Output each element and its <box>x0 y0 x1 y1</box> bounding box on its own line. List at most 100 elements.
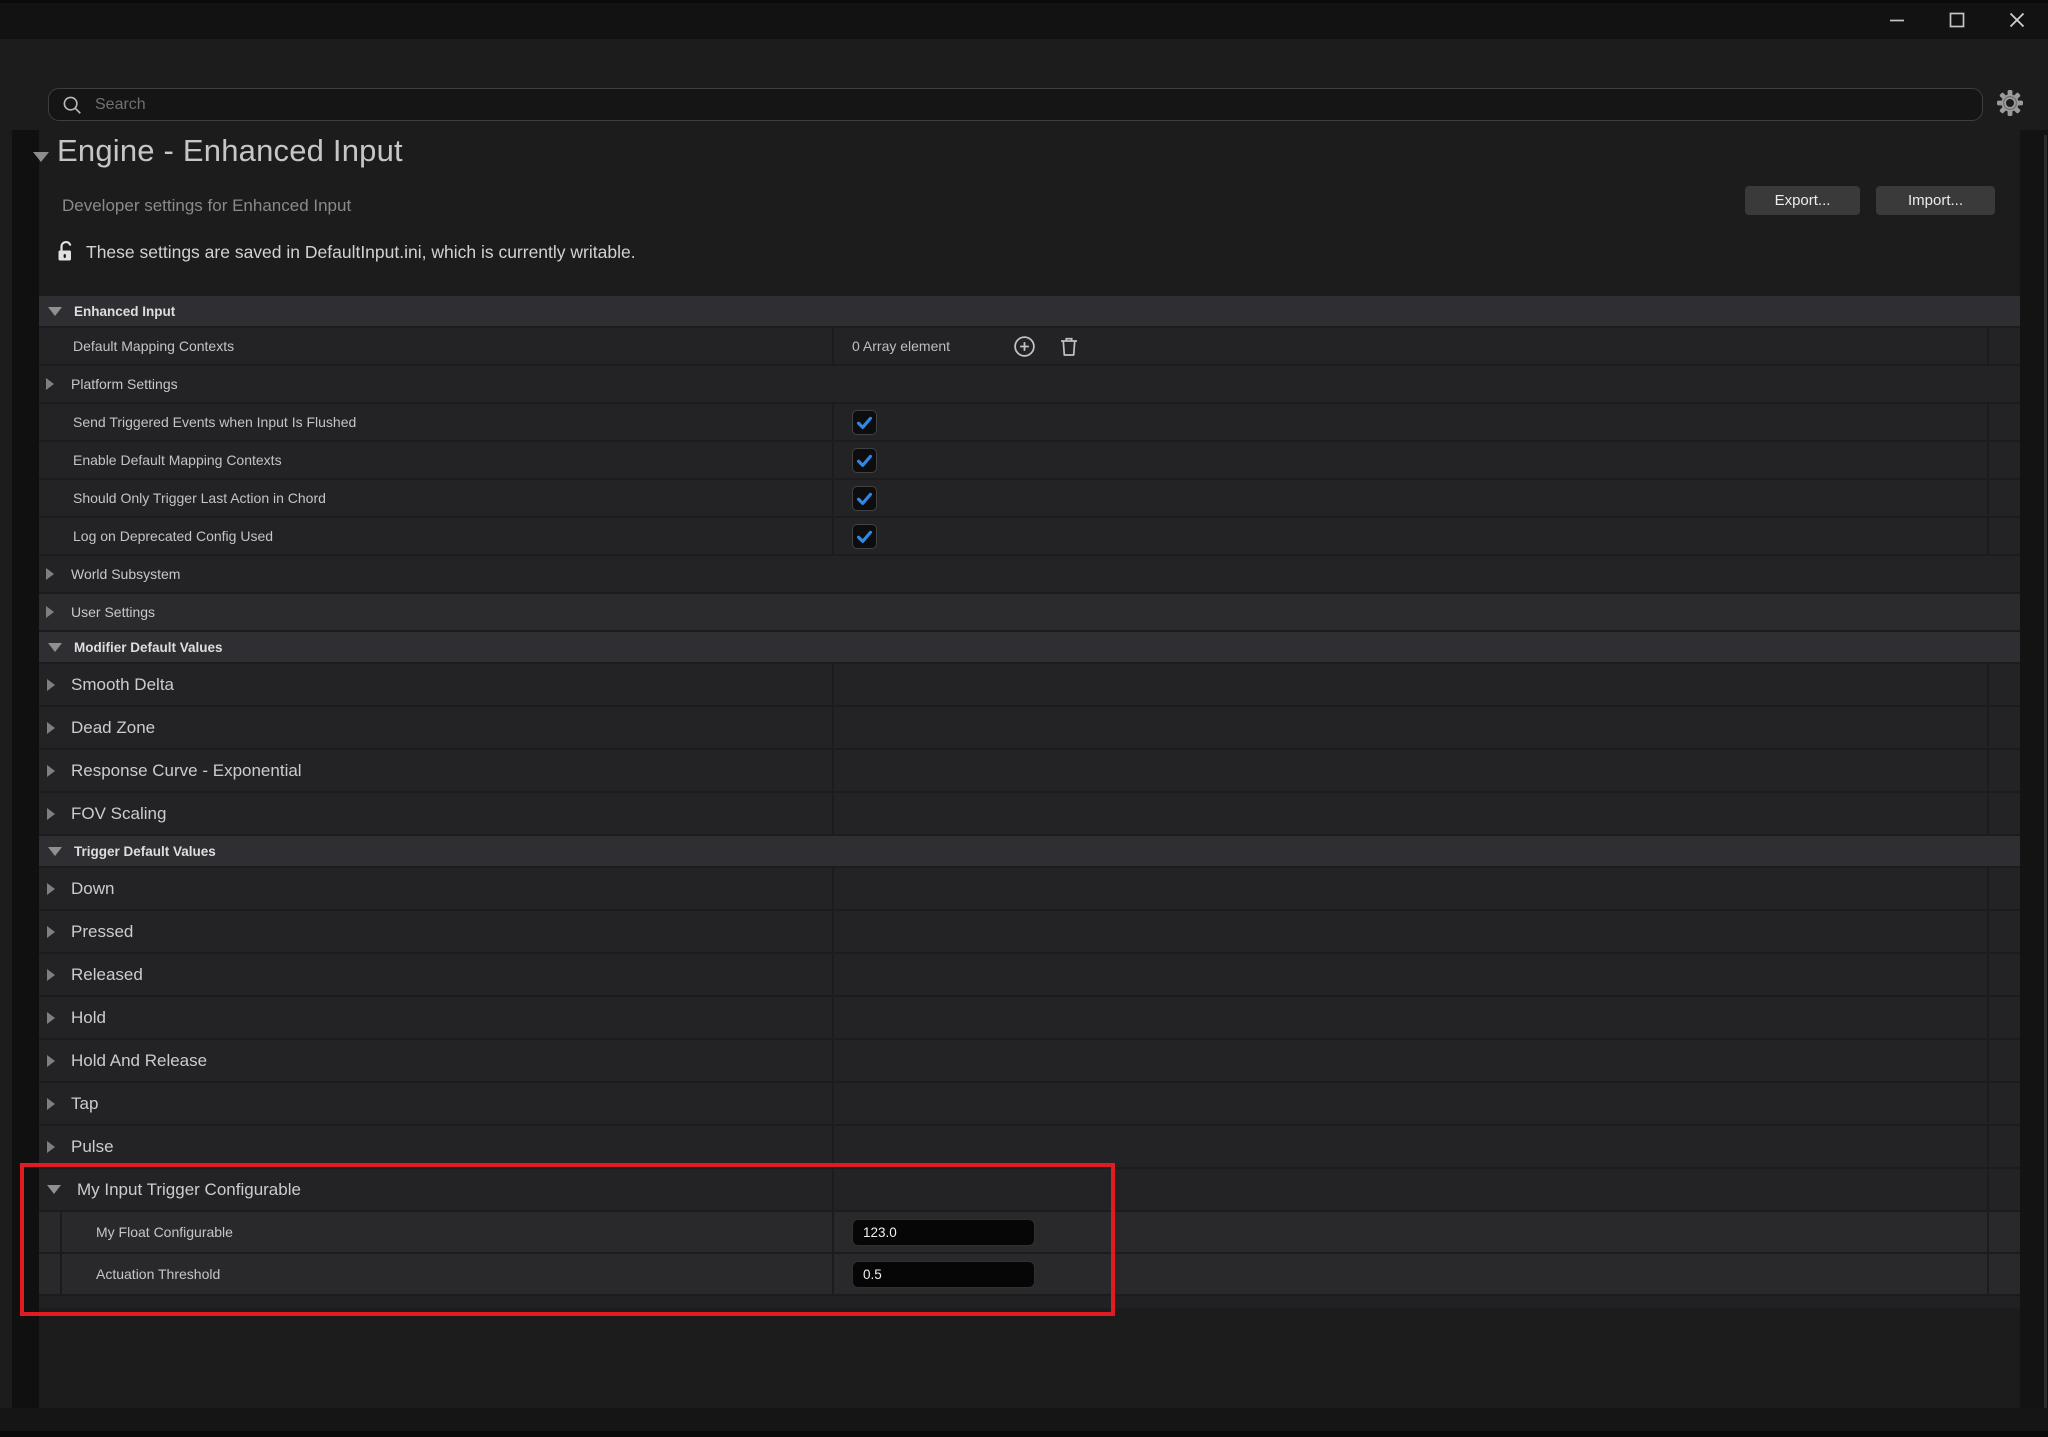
window-controls <box>1880 3 2034 36</box>
row-down[interactable]: Down <box>39 868 2020 909</box>
expand-arrow-icon <box>46 568 54 580</box>
maximize-button[interactable] <box>1940 6 1974 34</box>
section-header-modifier-default-values[interactable]: Modifier Default Values <box>39 632 2020 662</box>
row-user-settings[interactable]: User Settings <box>39 594 2020 630</box>
end-cell <box>1989 404 2020 440</box>
scrollbar[interactable] <box>2044 135 2047 1408</box>
end-cell <box>1989 750 2020 791</box>
section-label: World Subsystem <box>71 566 180 582</box>
row-my-input-trigger-configurable[interactable]: My Input Trigger Configurable <box>39 1169 2020 1210</box>
end-cell <box>1989 793 2020 834</box>
expand-arrow-icon <box>46 378 54 390</box>
value-cell <box>834 1169 1987 1210</box>
value-cell <box>834 480 1987 516</box>
row-released[interactable]: Released <box>39 954 2020 995</box>
row-default-mapping-contexts: Default Mapping Contexts 0 Array element <box>39 328 2020 364</box>
expand-arrow-icon <box>47 969 55 981</box>
value-input[interactable] <box>852 1219 1035 1246</box>
value-cell <box>834 954 1987 995</box>
page-subtitle: Developer settings for Enhanced Input <box>62 196 351 216</box>
section-header-enhanced-input[interactable]: Enhanced Input <box>39 296 2020 326</box>
section-header-label: Enhanced Input <box>74 304 175 319</box>
value-input[interactable] <box>852 1261 1035 1288</box>
collapse-arrow-icon <box>48 307 62 316</box>
bottom-zone <box>0 1408 2048 1431</box>
clear-array-button[interactable] <box>1057 334 1081 359</box>
add-array-element-button[interactable] <box>1012 334 1037 359</box>
end-cell <box>1989 707 2020 748</box>
array-actions <box>1012 334 1081 359</box>
trash-icon <box>1057 334 1081 359</box>
checkmark-icon <box>855 413 874 432</box>
row-smooth-delta[interactable]: Smooth Delta <box>39 664 2020 705</box>
row-platform-settings[interactable]: Platform Settings <box>39 366 2020 402</box>
header-cell: Enhanced Input <box>39 296 2020 326</box>
property-label: Default Mapping Contexts <box>73 338 234 354</box>
value-cell <box>834 518 1987 554</box>
row-log-on-deprecated-config-used: Log on Deprecated Config Used <box>39 518 2020 554</box>
group-label: My Input Trigger Configurable <box>77 1180 301 1200</box>
row-enable-default-mapping-contexts: Enable Default Mapping Contexts <box>39 442 2020 478</box>
close-icon <box>2007 10 2027 30</box>
name-cell: Response Curve - Exponential <box>39 750 832 791</box>
name-cell: Send Triggered Events when Input Is Flus… <box>39 404 832 440</box>
import-button[interactable]: Import... <box>1876 186 1995 215</box>
expand-arrow-icon <box>47 722 55 734</box>
checkbox[interactable] <box>852 410 877 435</box>
collapse-arrow-icon <box>47 1185 61 1194</box>
indent-cell <box>39 1212 60 1252</box>
window-bottom-edge <box>0 1431 2048 1437</box>
name-cell: Pulse <box>39 1126 832 1167</box>
minimize-icon <box>1887 10 1907 30</box>
row-dead-zone[interactable]: Dead Zone <box>39 707 2020 748</box>
name-cell: Tap <box>39 1083 832 1124</box>
row-pulse[interactable]: Pulse <box>39 1126 2020 1167</box>
checkbox[interactable] <box>852 486 877 511</box>
value-cell <box>834 1083 1987 1124</box>
end-cell <box>1989 664 2020 705</box>
section-header-label: Trigger Default Values <box>74 844 216 859</box>
row-actuation-threshold: Actuation Threshold <box>39 1254 2020 1294</box>
expand-arrow-icon <box>47 808 55 820</box>
end-cell <box>1989 1083 2020 1124</box>
row-tap[interactable]: Tap <box>39 1083 2020 1124</box>
row-pressed[interactable]: Pressed <box>39 911 2020 952</box>
array-count-text: 0 Array element <box>852 338 950 354</box>
expand-arrow-icon <box>47 1098 55 1110</box>
checkbox[interactable] <box>852 448 877 473</box>
header-cell: Trigger Default Values <box>39 836 2020 866</box>
settings-gear-button[interactable] <box>1994 87 2026 119</box>
unlocked-padlock-icon <box>55 239 77 268</box>
checkmark-icon <box>855 527 874 546</box>
value-cell <box>834 664 1987 705</box>
checkbox[interactable] <box>852 524 877 549</box>
value-cell <box>834 707 1987 748</box>
title-bar <box>0 0 2048 39</box>
export-button[interactable]: Export... <box>1745 186 1860 215</box>
section-header-trigger-default-values[interactable]: Trigger Default Values <box>39 836 2020 866</box>
row-hold-and-release[interactable]: Hold And Release <box>39 1040 2020 1081</box>
value-cell <box>834 911 1987 952</box>
row-response-curve-exponential[interactable]: Response Curve - Exponential <box>39 750 2020 791</box>
minimize-button[interactable] <box>1880 6 1914 34</box>
group-label: Pulse <box>71 1137 114 1157</box>
end-cell <box>1989 1212 2020 1252</box>
row-world-subsystem[interactable]: World Subsystem <box>39 556 2020 592</box>
section-cell: Platform Settings <box>39 366 2020 402</box>
expand-arrow-icon <box>47 926 55 938</box>
config-file-status: These settings are saved in DefaultInput… <box>86 242 636 263</box>
search-input[interactable] <box>93 95 1970 115</box>
page-collapse-arrow-icon[interactable] <box>33 152 49 162</box>
row-my-float-configurable: My Float Configurable <box>39 1212 2020 1252</box>
value-cell <box>834 750 1987 791</box>
end-cell <box>1989 911 2020 952</box>
property-label: My Float Configurable <box>96 1224 233 1240</box>
row-fov-scaling[interactable]: FOV Scaling <box>39 793 2020 834</box>
spacer <box>39 1296 2020 1308</box>
group-label: Pressed <box>71 922 133 942</box>
left-gutter <box>12 130 39 1410</box>
close-button[interactable] <box>2000 6 2034 34</box>
name-cell: Smooth Delta <box>39 664 832 705</box>
row-hold[interactable]: Hold <box>39 997 2020 1038</box>
end-cell <box>1989 954 2020 995</box>
